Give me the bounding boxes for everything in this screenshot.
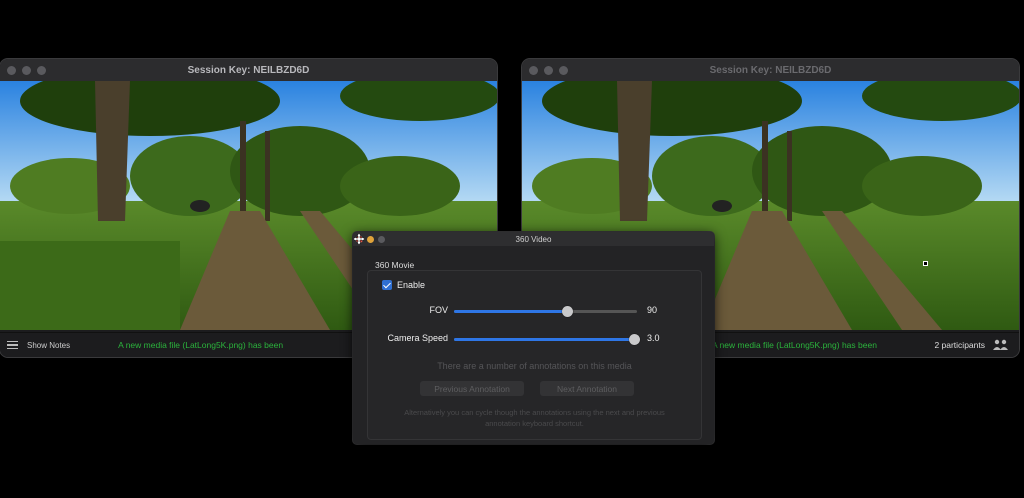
dialog-title: 360 Video [515, 234, 552, 244]
zoom-button[interactable] [37, 65, 46, 75]
zoom-button[interactable] [559, 65, 568, 75]
dialog-titlebar[interactable]: 360 Video [353, 232, 714, 246]
camera-speed-value: 3.0 [647, 333, 660, 343]
minimize-button[interactable] [22, 65, 31, 75]
keyboard-hint: Alternatively you can cycle though the a… [404, 408, 665, 428]
minimize-button[interactable] [367, 235, 374, 243]
enable-checkbox-row[interactable]: Enable [382, 280, 425, 290]
fov-value: 90 [647, 305, 658, 315]
video-360-dialog: 360 Video 360 Movie Enable FOV 90 Camera… [353, 232, 714, 444]
next-annotation-button[interactable]: Next Annotation [540, 381, 634, 396]
menu-icon[interactable] [7, 340, 18, 350]
previous-annotation-button[interactable]: Previous Annotation [420, 381, 524, 396]
participants-icon[interactable] [991, 339, 1011, 351]
section-label: 360 Movie [375, 260, 415, 270]
pointer-cursor [923, 261, 928, 266]
right-window-title: Session Key: NEILBZD6D [709, 64, 832, 76]
notification-text: A new media file (LatLong5K.png) has bee… [712, 340, 877, 350]
camera-speed-slider-knob[interactable] [629, 334, 640, 345]
left-window-title: Session Key: NEILBZD6D [187, 64, 310, 76]
close-button[interactable] [7, 65, 16, 75]
close-button[interactable] [529, 65, 538, 75]
right-window-titlebar[interactable]: Session Key: NEILBZD6D [522, 59, 1019, 82]
camera-speed-label: Camera Speed [387, 333, 448, 343]
window-controls [529, 65, 568, 75]
camera-speed-slider[interactable] [454, 334, 640, 345]
fov-slider-fill [454, 310, 568, 313]
participants-count[interactable]: 2 participants [934, 340, 985, 350]
show-notes-button[interactable]: Show Notes [27, 341, 70, 350]
fov-slider[interactable] [454, 306, 637, 317]
camera-speed-slider-fill [454, 338, 637, 341]
window-controls [7, 65, 46, 75]
fov-slider-knob[interactable] [562, 306, 574, 317]
settings-group: Enable FOV 90 Camera Speed 3.0 There are… [367, 270, 702, 440]
move-cursor-icon [353, 233, 365, 245]
left-window-titlebar[interactable]: Session Key: NEILBZD6D [0, 59, 497, 82]
zoom-button[interactable] [378, 235, 385, 243]
annotations-info: There are a number of annotations on thi… [437, 361, 632, 371]
fov-label: FOV [429, 305, 448, 315]
notification-text: A new media file (LatLong5K.png) has bee… [118, 340, 284, 350]
enable-label: Enable [397, 280, 426, 290]
enable-checkbox[interactable] [382, 280, 392, 290]
minimize-button[interactable] [544, 65, 553, 75]
